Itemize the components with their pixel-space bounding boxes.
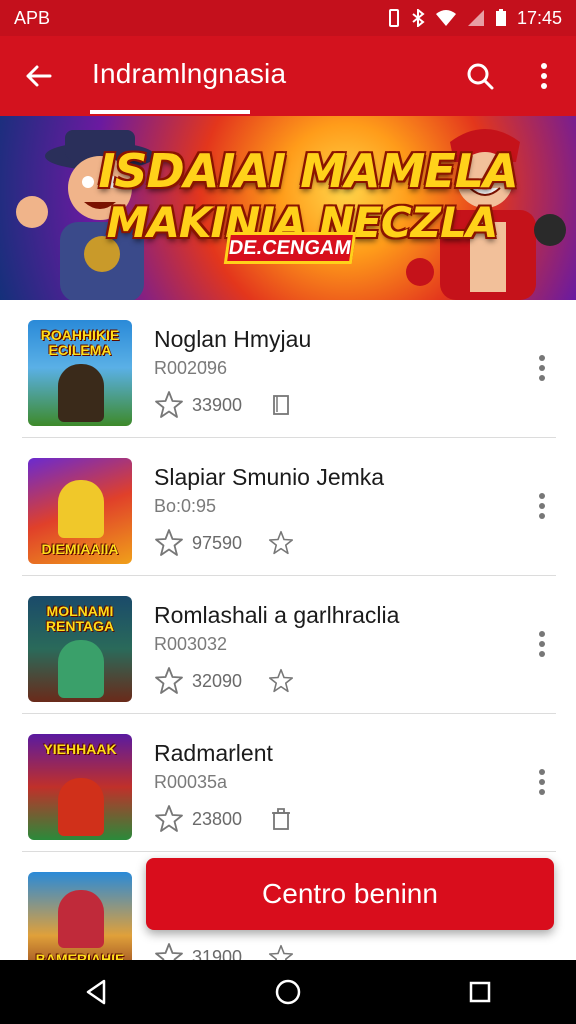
trash-icon[interactable] [268, 806, 294, 832]
primary-action-button[interactable]: Centro beninn [146, 858, 554, 930]
app-bar: Indramlngnasia [0, 36, 576, 116]
star-icon[interactable] [154, 804, 184, 834]
thumbnail-title: YIEHHAAK [43, 741, 117, 757]
game-thumbnail: MOLNAMI RENTAGA [28, 596, 132, 702]
status-bar: APB 17:45 [0, 0, 576, 36]
rating-count: 32090 [192, 671, 243, 691]
page-title: Indramlngnasia [92, 58, 287, 89]
banner-headline-line1: ISDAIAI MAMELA [98, 144, 518, 198]
signal-icon [467, 10, 484, 26]
nav-back-button[interactable] [72, 968, 120, 1016]
star-icon[interactable] [268, 530, 294, 556]
thumbnail-character [58, 890, 104, 948]
rating-count: 23800 [192, 809, 243, 829]
vibrate-icon [388, 9, 399, 27]
list-item[interactable]: DIEMIAAIIA Slapiar Smunio Jemka Bo:0:95 … [22, 438, 556, 576]
more-vert-icon [539, 493, 545, 519]
square-recents-icon [469, 981, 491, 1003]
game-name: Noglan Hmyjau [154, 326, 312, 352]
search-button[interactable] [462, 58, 498, 94]
game-thumbnail: ROAHHIKIE ECILEMA [28, 320, 132, 426]
list-item[interactable]: YIEHHAAK Radmarlent R00035a 23800 [22, 714, 556, 852]
battery-icon [495, 9, 506, 26]
star-icon[interactable] [268, 668, 294, 694]
thumbnail-title: MOLNAMI RENTAGA [45, 603, 115, 634]
search-icon [467, 63, 494, 90]
thumbnail-character [58, 364, 104, 422]
arrow-back-icon [26, 65, 52, 87]
title-underline [90, 110, 250, 114]
status-icons: 17:45 [387, 8, 562, 29]
game-thumbnail: DIEMIAAIIA [28, 458, 132, 564]
item-menu-button[interactable] [530, 628, 554, 660]
star-icon[interactable] [154, 390, 184, 420]
system-nav-bar [0, 960, 576, 1024]
game-name: Romlashali a garlhraclia [154, 602, 400, 628]
nav-recents-button[interactable] [456, 968, 504, 1016]
rating-count: 33900 [192, 395, 243, 415]
back-button[interactable] [20, 58, 56, 94]
more-vert-icon [539, 769, 545, 795]
item-menu-button[interactable] [530, 352, 554, 384]
list-item[interactable]: ROAHHIKIE ECILEMA Noglan Hmyjau R0020̈96… [22, 300, 556, 438]
item-menu-button[interactable] [530, 490, 554, 522]
nav-home-button[interactable] [264, 968, 312, 1016]
thumbnail-character [58, 640, 104, 698]
more-vert-icon [539, 355, 545, 381]
game-thumbnail: YIEHHAAK [28, 734, 132, 840]
list-item[interactable]: MOLNAMI RENTAGA Romlashali a garlhraclia… [22, 576, 556, 714]
circle-home-icon [275, 979, 301, 1005]
banner-tag[interactable]: DE.CENGAM [223, 232, 357, 264]
wifi-icon [435, 10, 456, 26]
bluetooth-icon [412, 9, 425, 27]
game-code: R0020̈96 [154, 358, 228, 378]
bookmark-icon[interactable] [268, 392, 294, 418]
more-vert-icon [539, 631, 545, 657]
thumbnail-title: ROAHHIKIE ECILEMA [40, 327, 120, 358]
star-icon[interactable] [154, 666, 184, 696]
rating-count: 97590 [192, 533, 243, 553]
game-code: R00035a [154, 772, 228, 792]
game-code: Bo:0:95 [154, 496, 217, 516]
carrier-label: APB [14, 7, 51, 28]
game-name: Radmarlent [154, 740, 273, 766]
star-icon[interactable] [154, 528, 184, 558]
game-code: R003032 [154, 634, 228, 654]
item-menu-button[interactable] [530, 766, 554, 798]
more-vert-icon [541, 63, 547, 89]
thumbnail-character [58, 778, 104, 836]
overflow-menu-button[interactable] [526, 58, 562, 94]
clock: 17:45 [516, 7, 562, 28]
thumbnail-title: DIEMIAAIIA [41, 541, 119, 557]
thumbnail-character [58, 480, 104, 538]
promo-banner[interactable]: ISDAIAI MAMELA MAKINIA NECZLA DE.CENGAM [0, 116, 576, 300]
triangle-back-icon [86, 979, 106, 1005]
game-name: Slapiar Smunio Jemka [154, 464, 385, 490]
